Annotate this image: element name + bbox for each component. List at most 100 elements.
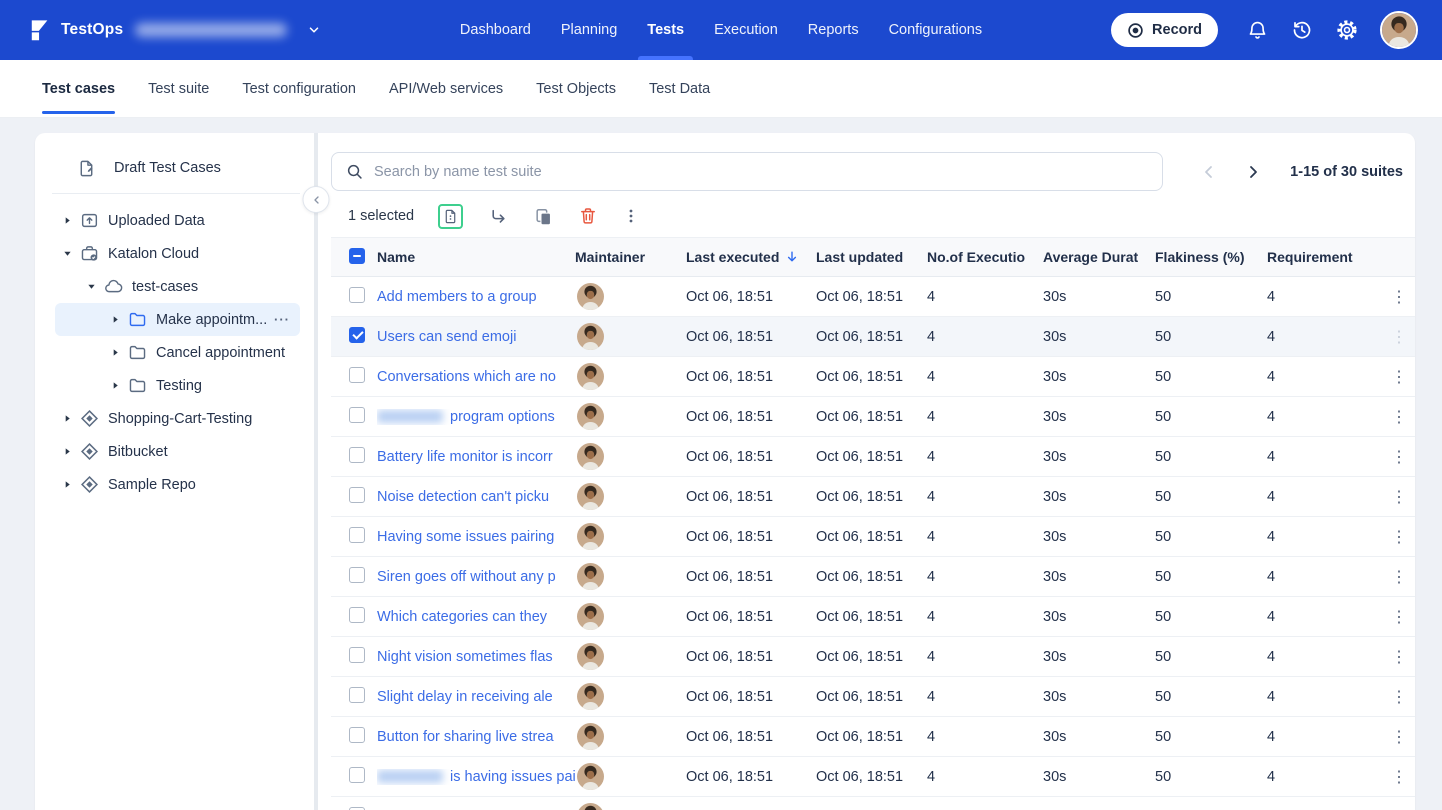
row-menu-kebab[interactable]: ⋮ xyxy=(1385,289,1413,306)
nav-item-tests[interactable]: Tests xyxy=(647,0,684,60)
test-suite-link[interactable]: Noise detection can't picku xyxy=(377,489,549,505)
test-suite-link[interactable]: program options xyxy=(450,409,555,425)
tree-item-test-cases[interactable]: test-cases xyxy=(55,270,300,303)
table-row[interactable]: Users can send emoji Oct 06, 18:51 Oct 0… xyxy=(331,317,1415,357)
row-menu-kebab[interactable]: ⋮ xyxy=(1385,609,1413,626)
col-header-duration[interactable]: Average Durat xyxy=(1043,249,1155,265)
test-suite-link[interactable]: Users can send emoji xyxy=(377,329,516,345)
nav-item-planning[interactable]: Planning xyxy=(561,0,617,60)
tree-item-make-appointm[interactable]: Make appointm...··· xyxy=(55,303,300,336)
nav-item-reports[interactable]: Reports xyxy=(808,0,859,60)
test-suite-link[interactable]: Night vision sometimes flas xyxy=(377,649,553,665)
table-row[interactable]: Which categories can they Oct 06, 18:51 … xyxy=(331,597,1415,637)
settings-gear-icon[interactable] xyxy=(1335,18,1359,42)
test-suite-link[interactable]: Add members to a group xyxy=(377,289,537,305)
nav-item-execution[interactable]: Execution xyxy=(714,0,778,60)
table-row[interactable]: Conversations which are no Oct 06, 18:51… xyxy=(331,357,1415,397)
row-menu-kebab[interactable]: ⋮ xyxy=(1385,369,1413,386)
row-checkbox[interactable] xyxy=(349,367,365,383)
move-to-button[interactable] xyxy=(489,207,508,226)
test-suite-link[interactable]: Siren goes off without any p xyxy=(377,569,556,585)
col-header-name[interactable]: Name xyxy=(377,249,575,265)
tab-test-suite[interactable]: Test suite xyxy=(148,60,209,117)
sort-descending-icon[interactable] xyxy=(785,250,799,264)
col-header-last-executed[interactable]: Last executed xyxy=(686,249,816,265)
tree-item-cancel-appointment[interactable]: Cancel appointment xyxy=(55,336,300,369)
table-row[interactable]: Slight delay in receiving ale Oct 06, 18… xyxy=(331,677,1415,717)
test-suite-link[interactable]: Which categories can they xyxy=(377,609,547,625)
nav-item-configurations[interactable]: Configurations xyxy=(889,0,983,60)
expand-arrow-icon[interactable] xyxy=(109,381,121,390)
tree-item-sample-repo[interactable]: Sample Repo xyxy=(55,468,300,501)
row-checkbox[interactable] xyxy=(349,807,365,810)
tree-item-katalon-cloud[interactable]: Katalon Cloud xyxy=(55,237,300,270)
history-icon[interactable] xyxy=(1290,18,1314,42)
row-menu-kebab[interactable]: ⋮ xyxy=(1385,329,1413,346)
tree-item-more-button[interactable]: ··· xyxy=(274,312,290,327)
sidebar-item-draft-test-cases[interactable]: Draft Test Cases xyxy=(35,150,314,186)
row-checkbox[interactable] xyxy=(349,647,365,663)
test-suite-link[interactable]: Having some issues pairing xyxy=(377,529,554,545)
nav-item-dashboard[interactable]: Dashboard xyxy=(460,0,531,60)
expand-arrow-icon[interactable] xyxy=(61,480,73,489)
row-checkbox[interactable] xyxy=(349,327,365,343)
tree-item-testing[interactable]: Testing xyxy=(55,369,300,402)
row-menu-kebab[interactable]: ⋮ xyxy=(1385,449,1413,466)
test-suite-link[interactable]: Conversations which are no xyxy=(377,369,556,385)
col-header-requirement[interactable]: Requirement xyxy=(1267,249,1385,265)
test-suite-link[interactable]: Battery life monitor is incorr xyxy=(377,449,553,465)
row-checkbox[interactable] xyxy=(349,767,365,783)
delete-trash-button[interactable] xyxy=(579,207,597,225)
sidebar-collapse-button[interactable] xyxy=(303,186,330,213)
col-header-last-updated[interactable]: Last updated xyxy=(816,249,927,265)
table-row[interactable]: Noise detection can't picku Oct 06, 18:5… xyxy=(331,477,1415,517)
table-row[interactable]: program options Oct 06, 18:51 Oct 06, 18… xyxy=(331,397,1415,437)
expand-arrow-icon[interactable] xyxy=(109,315,121,324)
more-actions-kebab[interactable] xyxy=(623,208,639,224)
table-row[interactable]: Night vision sometimes flas Oct 06, 18:5… xyxy=(331,637,1415,677)
tree-item-uploaded-data[interactable]: Uploaded Data xyxy=(55,204,300,237)
sidebar-resize-divider[interactable] xyxy=(314,133,318,810)
select-all-checkbox[interactable] xyxy=(349,248,365,264)
row-menu-kebab[interactable]: ⋮ xyxy=(1385,769,1413,786)
table-row[interactable]: Button for sharing live strea Oct 06, 18… xyxy=(331,717,1415,757)
expand-arrow-icon[interactable] xyxy=(61,216,73,225)
expand-arrow-icon[interactable] xyxy=(61,447,73,456)
search-input[interactable] xyxy=(374,164,1148,180)
row-checkbox[interactable] xyxy=(349,567,365,583)
tab-test-data[interactable]: Test Data xyxy=(649,60,710,117)
table-row[interactable]: Add members to a group Oct 06, 18:51 Oct… xyxy=(331,277,1415,317)
test-suite-link[interactable]: Slight delay in receiving ale xyxy=(377,689,553,705)
expand-arrow-icon[interactable] xyxy=(109,348,121,357)
pagination-next-button[interactable] xyxy=(1242,161,1264,183)
tree-item-bitbucket[interactable]: Bitbucket xyxy=(55,435,300,468)
user-avatar[interactable] xyxy=(1380,11,1418,49)
table-row[interactable]: is having issues pair Oct 06, 18:51 Oct … xyxy=(331,757,1415,797)
test-suite-link[interactable]: is having issues pair xyxy=(450,769,575,785)
expand-arrow-icon[interactable] xyxy=(61,414,73,423)
row-checkbox[interactable] xyxy=(349,447,365,463)
row-menu-kebab[interactable]: ⋮ xyxy=(1385,489,1413,506)
tab-test-objects[interactable]: Test Objects xyxy=(536,60,616,117)
col-header-maintainer[interactable]: Maintainer xyxy=(575,249,686,265)
brand[interactable]: TestOps xyxy=(24,17,321,44)
row-menu-kebab[interactable]: ⋮ xyxy=(1385,689,1413,706)
row-checkbox[interactable] xyxy=(349,287,365,303)
row-checkbox[interactable] xyxy=(349,487,365,503)
export-file-button[interactable] xyxy=(438,204,463,229)
row-menu-kebab[interactable]: ⋮ xyxy=(1385,409,1413,426)
table-row[interactable]: Having some issues pairing Oct 06, 18:51… xyxy=(331,517,1415,557)
row-checkbox[interactable] xyxy=(349,527,365,543)
row-menu-kebab[interactable]: ⋮ xyxy=(1385,569,1413,586)
chevron-down-icon[interactable] xyxy=(307,23,321,37)
row-checkbox[interactable] xyxy=(349,407,365,423)
table-row[interactable]: Battery life monitor is incorr Oct 06, 1… xyxy=(331,437,1415,477)
col-header-flakiness[interactable]: Flakiness (%) xyxy=(1155,249,1267,265)
expand-arrow-icon[interactable] xyxy=(61,249,73,258)
row-checkbox[interactable] xyxy=(349,687,365,703)
duplicate-button[interactable] xyxy=(534,207,553,226)
row-menu-kebab[interactable]: ⋮ xyxy=(1385,729,1413,746)
tree-item-shopping-cart-testing[interactable]: Shopping-Cart-Testing xyxy=(55,402,300,435)
row-menu-kebab[interactable]: ⋮ xyxy=(1385,649,1413,666)
test-suite-link[interactable]: Button for sharing live strea xyxy=(377,729,554,745)
